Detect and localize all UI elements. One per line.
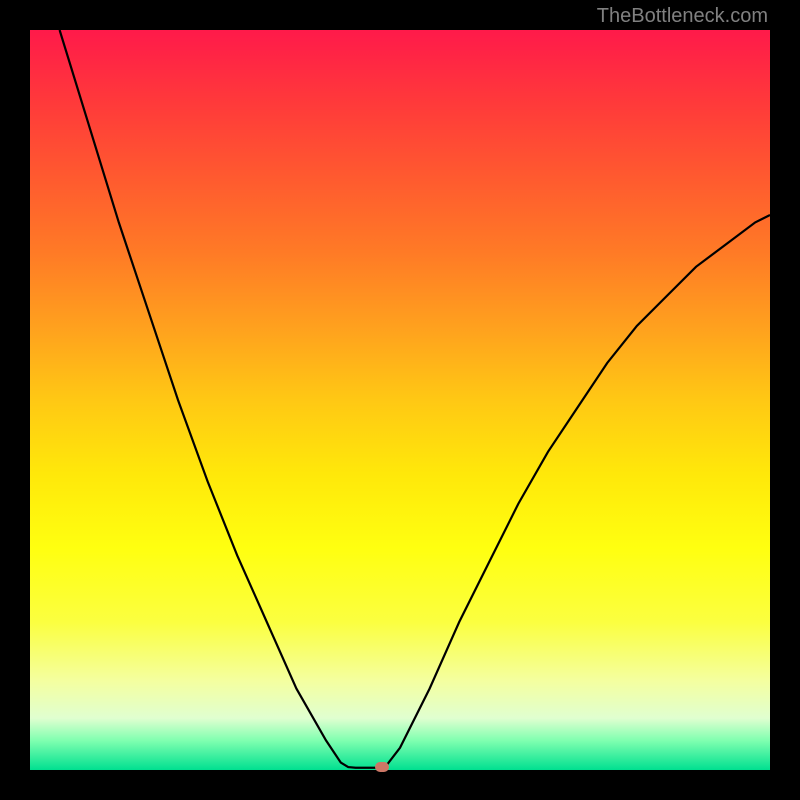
- curve-svg: [30, 30, 770, 770]
- chart-container: TheBottleneck.com: [0, 0, 800, 800]
- minimum-marker: [375, 762, 389, 772]
- bottleneck-curve-path: [60, 30, 770, 768]
- watermark-text: TheBottleneck.com: [597, 5, 768, 28]
- plot-area: [30, 30, 770, 770]
